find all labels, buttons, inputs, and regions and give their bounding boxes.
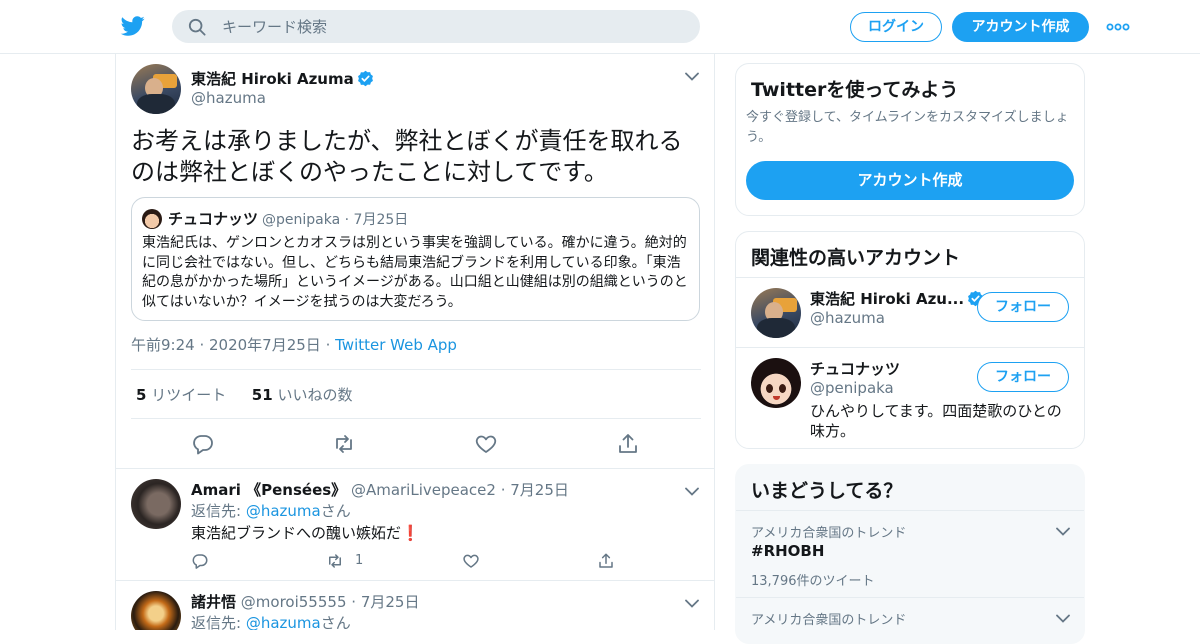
tweet-stats: 5 リツイート 51 いいねの数 (136, 384, 352, 405)
login-button[interactable]: ログイン (850, 12, 942, 42)
tweet-text: お考えは承りましたが、弊社とぼくが責任を取れるのは弊社とぼくのやったことに対して… (131, 127, 683, 186)
search-icon (188, 18, 206, 36)
reply-retweet-count: 1 (355, 553, 364, 568)
share-icon[interactable] (597, 552, 615, 570)
avatar[interactable] (751, 288, 801, 338)
follow-button[interactable]: フォロー (977, 362, 1069, 392)
reply-icon[interactable] (191, 552, 209, 570)
signup-card-title: Twitterを使ってみよう (751, 79, 959, 101)
quoted-tweet-text: 東浩紀氏は、ゲンロンとカオスラは別という事実を強調している。確かに違う。絶対的に… (142, 235, 688, 310)
trend-name[interactable]: #RHOBH (751, 542, 824, 560)
tweet-author-name[interactable]: 東浩紀 Hiroki Azuma (191, 68, 374, 89)
reply-author-name[interactable]: Amari 《Pensées》 (191, 481, 346, 499)
replying-to: 返信先: @hazumaさん (191, 502, 351, 520)
chevron-down-icon[interactable] (685, 599, 699, 608)
divider (131, 418, 701, 419)
related-accounts-title: 関連性の高いアカウント (751, 247, 961, 269)
share-icon[interactable] (616, 432, 640, 456)
trend-location: アメリカ合衆国のトレンド (751, 613, 907, 628)
reply-text: 東浩紀ブランドへの醜い嫉妬だ❗ (191, 524, 420, 542)
reply-author-name[interactable]: 諸井悟 (191, 593, 236, 611)
account-name[interactable]: チュコナッツ (810, 358, 900, 379)
trends-card: いまどうしてる？ アメリカ合衆国のトレンド #RHOBH 13,796件のツイー… (735, 464, 1085, 644)
quoted-tweet[interactable]: チュコナッツ @penipaka · 7月25日 東浩紀氏は、ゲンロンとカオスラ… (131, 197, 700, 321)
retweet-count-label[interactable]: リツイート (151, 386, 226, 404)
reply-icon[interactable] (191, 432, 215, 456)
chevron-down-icon[interactable] (685, 487, 699, 496)
retweet-icon[interactable] (326, 552, 344, 570)
account-handle[interactable]: @hazuma (810, 309, 885, 327)
retweet-icon[interactable] (332, 432, 356, 456)
author-name[interactable]: 東浩紀 Hiroki Azuma (191, 70, 354, 88)
chevron-down-icon[interactable] (685, 72, 699, 81)
heart-icon[interactable] (474, 432, 498, 456)
signup-card-button[interactable]: アカウント作成 (746, 161, 1074, 200)
like-count[interactable]: 51 (252, 386, 273, 404)
mention-link[interactable]: @hazuma (246, 502, 321, 520)
tweet-timestamp: 午前9:24 · 2020年7月25日 · Twitter Web App (131, 336, 457, 354)
trend-location: アメリカ合衆国のトレンド (751, 526, 907, 541)
tweet-date: 2020年7月25日 (209, 336, 321, 354)
chevron-down-icon[interactable] (1056, 614, 1070, 623)
tweet-action-bar (116, 432, 714, 460)
exclamation-emoji: ❗ (401, 524, 420, 542)
trend-item[interactable]: アメリカ合衆国のトレンド #RHOBH 13,796件のツイート (736, 510, 1084, 597)
account-item[interactable]: 東浩紀 Hiroki Azu... @hazuma フォロー (736, 277, 1084, 347)
search-bar[interactable] (172, 10, 700, 43)
more-options-icon[interactable] (1106, 17, 1130, 37)
avatar (142, 209, 162, 229)
top-nav-bar: ログイン アカウント作成 (0, 0, 1200, 54)
quoted-author-name: チュコナッツ (168, 210, 259, 228)
heart-icon[interactable] (462, 552, 480, 570)
reply-date[interactable]: 7月25日 (510, 481, 569, 499)
account-bio: ひんやりしてます。四面楚歌のひとの味方。 (810, 402, 1062, 440)
follow-button[interactable]: フォロー (977, 292, 1069, 322)
tweet-source-link[interactable]: Twitter Web App (335, 336, 457, 354)
reply-author-handle[interactable]: @AmariLivepeace2 (351, 481, 496, 499)
quoted-author-meta: @penipaka · 7月25日 (262, 212, 409, 228)
reply-tweet[interactable]: 諸井悟 @moroi55555 · 7月25日 返信先: @hazumaさん (116, 580, 714, 630)
twitter-bird-icon[interactable] (120, 14, 146, 38)
tweet-time: 午前9:24 (131, 336, 195, 354)
tweet-detail-column: 東浩紀 Hiroki Azuma @hazuma お考えは承りましたが、弊社とぼ… (115, 54, 715, 630)
trend-item[interactable]: アメリカ合衆国のトレンド (736, 597, 1084, 643)
verified-badge-icon (357, 70, 374, 87)
author-handle[interactable]: @hazuma (191, 89, 266, 107)
tweet-header: 東浩紀 Hiroki Azuma @hazuma (131, 64, 701, 114)
account-name[interactable]: 東浩紀 Hiroki Azu... (810, 288, 984, 309)
trend-tweet-count: 13,796件のツイート (751, 574, 875, 589)
avatar[interactable] (131, 591, 181, 630)
quoted-author-handle: @penipaka (262, 212, 341, 228)
trends-title: いまどうしてる？ (751, 480, 903, 502)
replying-to: 返信先: @hazumaさん (191, 614, 351, 630)
chevron-down-icon[interactable] (1056, 527, 1070, 536)
reply-author-handle[interactable]: @moroi55555 (241, 593, 347, 611)
reply-tweet[interactable]: Amari 《Pensées》 @AmariLivepeace2 · 7月25日… (116, 468, 714, 580)
avatar[interactable] (751, 358, 801, 408)
quoted-date: 7月25日 (353, 212, 409, 228)
mention-link[interactable]: @hazuma (246, 614, 321, 630)
reply-date[interactable]: 7月25日 (361, 593, 420, 611)
divider (131, 369, 701, 370)
signup-card: Twitterを使ってみよう 今すぐ登録して、タイムラインをカスタマイズしましょ… (735, 63, 1085, 216)
reply-action-bar: 1 (191, 552, 641, 572)
account-handle[interactable]: @penipaka (810, 379, 894, 397)
reply-header: 諸井悟 @moroi55555 · 7月25日 (191, 593, 420, 611)
search-input[interactable] (222, 10, 682, 43)
retweet-count[interactable]: 5 (136, 386, 146, 404)
like-count-label[interactable]: いいねの数 (277, 386, 352, 404)
signup-card-description: 今すぐ登録して、タイムラインをカスタマイズしましょう。 (746, 110, 1069, 145)
signup-button[interactable]: アカウント作成 (952, 12, 1089, 42)
avatar[interactable] (131, 64, 181, 114)
account-item[interactable]: チュコナッツ @penipaka フォロー ひんやりしてます。四面楚歌のひとの味… (736, 347, 1084, 448)
avatar[interactable] (131, 479, 181, 529)
reply-header: Amari 《Pensées》 @AmariLivepeace2 · 7月25日 (191, 481, 569, 499)
related-accounts-card: 関連性の高いアカウント 東浩紀 Hiroki Azu... @hazuma フォ… (735, 231, 1085, 449)
